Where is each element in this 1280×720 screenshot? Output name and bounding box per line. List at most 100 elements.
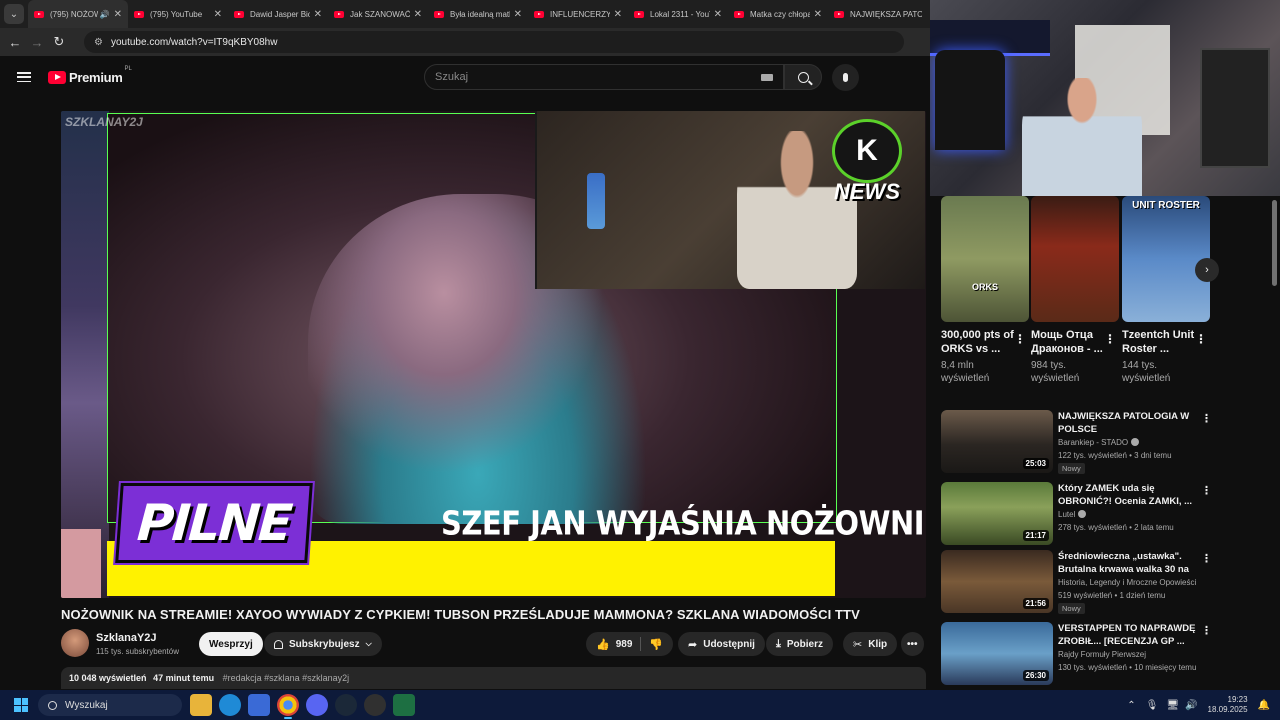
browser-tab[interactable]: INFLUENCERZY ✕ (528, 0, 628, 28)
more-vertical-icon[interactable]: ⋮ (1201, 484, 1212, 497)
steam-icon[interactable] (335, 694, 357, 716)
recommended-meta: 519 wyświetleń • 1 dzień temu (1058, 591, 1166, 600)
system-clock[interactable]: 19:23 18.09.2025 (1208, 695, 1248, 715)
notification-icon[interactable]: 🔔 (1258, 700, 1270, 711)
youtube-favicon-icon (634, 10, 644, 18)
video-thumbnail[interactable]: 21:56 (941, 550, 1053, 613)
like-icon[interactable]: 👍 (596, 638, 610, 651)
voice-search-button[interactable] (832, 64, 859, 91)
recommended-title[interactable]: VERSTAPPEN TO NAPRAWDĘ ZROBIŁ... [RECENZ… (1058, 622, 1198, 648)
recommended-title[interactable]: Średniowieczna „ustawka". Brutalna krwaw… (1058, 550, 1198, 576)
download-button[interactable]: ⤓ Pobierz (766, 632, 833, 656)
recommended-channel[interactable]: Barankiep - STADO (1058, 438, 1140, 447)
subscribed-button[interactable]: Subskrybujesz ⌵ (264, 632, 382, 656)
search-button[interactable] (784, 64, 822, 90)
recommended-channel[interactable]: Historia, Legendy i Mroczne Opowieści (1058, 578, 1196, 587)
video-duration: 26:30 (1022, 670, 1049, 681)
browser-tab[interactable]: Jak SZANOWAĆ ✕ (328, 0, 428, 28)
browser-tab[interactable]: Matka czy chłopak ✕ (728, 0, 828, 28)
video-thumbnail[interactable]: 21:17 (941, 482, 1053, 545)
short-title[interactable]: Мощь Отца Драконов - ... (1031, 328, 1105, 356)
channel-name[interactable]: SzklanaY2J (96, 632, 157, 644)
obs-studio-icon[interactable] (364, 694, 386, 716)
keyboard-icon[interactable] (761, 74, 773, 81)
description-box[interactable]: 10 048 wyświetleń 47 minut temu #redakcj… (61, 667, 926, 689)
recommended-channel[interactable]: Rajdy Formuły Pierwszej (1058, 650, 1146, 659)
browser-toolbar: ← → ↻ ⚙ youtube.com/watch?v=IT9qKBY08hw (0, 28, 930, 56)
windows-start-icon[interactable] (14, 698, 28, 712)
browser-tab[interactable]: Lokal 2311 - YouTube ✕ (628, 0, 728, 28)
browser-tab[interactable]: (795) YouTube ✕ (128, 0, 228, 28)
excel-icon[interactable] (393, 694, 415, 716)
channel-avatar[interactable] (61, 629, 89, 657)
recommended-video[interactable]: 21:56 Średniowieczna „ustawka". Brutalna… (941, 550, 1212, 614)
recommended-title[interactable]: NAJWIĘKSZA PATOLOGIA W POLSCE (1058, 410, 1198, 436)
microphone-icon[interactable]: 🎙 (1146, 700, 1159, 711)
clock-time: 19:23 (1227, 695, 1248, 704)
recommended-channel[interactable]: Lutel (1058, 510, 1087, 519)
short-title[interactable]: Tzeentch Unit Roster ... (1122, 328, 1196, 356)
browser-tab[interactable]: (795) NOŻOWNIK NA STREAMIE 🔊 ✕ (28, 0, 128, 28)
video-thumbnail[interactable]: 26:30 (941, 622, 1053, 685)
tray-overflow-icon[interactable]: ⌃ (1127, 700, 1135, 711)
clip-button[interactable]: ✂ Klip (843, 632, 898, 656)
more-vertical-icon[interactable]: ⋮ (1014, 332, 1026, 346)
more-vertical-icon[interactable]: ⋮ (1201, 552, 1212, 565)
recommended-video[interactable]: 21:17 Który ZAMEK uda się OBRONIĆ?! Ocen… (941, 482, 1212, 546)
scrollbar-thumb[interactable] (1272, 200, 1277, 286)
tab-close-icon[interactable]: ✕ (614, 9, 622, 20)
more-actions-button[interactable]: ••• (901, 632, 924, 656)
short-thumbnail[interactable] (1031, 196, 1119, 322)
share-button[interactable]: ➦ Udostępnij (678, 632, 765, 656)
tab-close-icon[interactable]: ✕ (514, 9, 522, 20)
scissors-icon: ✂ (853, 638, 863, 651)
speaker-icon[interactable]: 🔊 (100, 10, 110, 19)
dislike-icon[interactable]: 👎 (649, 638, 663, 651)
recommended-video[interactable]: 25:03 NAJWIĘKSZA PATOLOGIA W POLSCE Bara… (941, 410, 1212, 474)
short-title[interactable]: 300,000 pts of ORKS vs ... (941, 328, 1015, 356)
tab-close-icon[interactable]: ✕ (214, 9, 222, 20)
video-duration: 21:56 (1022, 598, 1049, 609)
page-scrollbar[interactable] (1271, 196, 1278, 686)
site-info-icon[interactable]: ⚙ (94, 37, 103, 48)
youtube-premium-logo[interactable]: Premium PL (48, 66, 132, 85)
tab-close-icon[interactable]: ✕ (314, 9, 322, 20)
back-arrow-icon[interactable]: ← (4, 35, 26, 50)
support-button[interactable]: Wesprzyj (199, 632, 263, 656)
more-vertical-icon[interactable]: ⋮ (1201, 624, 1212, 637)
recommended-video[interactable]: 26:30 VERSTAPPEN TO NAPRAWDĘ ZROBIŁ... [… (941, 622, 1212, 686)
volume-icon[interactable]: 🔊 (1185, 700, 1197, 711)
reload-icon[interactable]: ↻ (48, 34, 70, 50)
tab-close-icon[interactable]: ✕ (414, 9, 422, 20)
address-bar[interactable]: ⚙ youtube.com/watch?v=IT9qKBY08hw (84, 31, 904, 53)
edge-browser-icon[interactable] (219, 694, 241, 716)
tab-close-icon[interactable]: ✕ (114, 9, 122, 20)
more-vertical-icon[interactable]: ⋮ (1201, 412, 1212, 425)
video-player[interactable]: SZKLANAY2J K NEWS PILNE SZEF JAN WYJAŚNI… (61, 111, 926, 598)
like-count[interactable]: 989 (616, 639, 633, 650)
more-vertical-icon[interactable]: ⋮ (1195, 332, 1207, 346)
video-thumbnail[interactable]: 25:03 (941, 410, 1053, 473)
browser-tab[interactable]: Była idealną matką ✕ (428, 0, 528, 28)
more-vertical-icon[interactable]: ⋮ (1104, 332, 1116, 346)
discord-icon[interactable] (306, 694, 328, 716)
tab-search-dropdown[interactable]: ⌄ (4, 4, 24, 24)
search-input[interactable]: Szukaj (424, 64, 784, 90)
browser-tab[interactable]: Dawid Jasper Biografia ✕ (228, 0, 328, 28)
chrome-browser-icon[interactable] (277, 694, 299, 719)
short-thumbnail[interactable]: ORKS (941, 196, 1029, 322)
recommended-title[interactable]: Który ZAMEK uda się OBRONIĆ?! Ocenia ZAM… (1058, 482, 1198, 508)
tab-close-icon[interactable]: ✕ (714, 9, 722, 20)
network-icon[interactable]: 🖥 (1166, 700, 1179, 711)
browser-tab[interactable]: NAJWIĘKSZA PATOLOGIA (828, 0, 928, 28)
taskbar-search[interactable]: Wyszukaj (38, 694, 182, 716)
microsoft-store-icon[interactable] (248, 694, 270, 716)
file-explorer-icon[interactable] (190, 694, 212, 716)
tab-close-icon[interactable]: ✕ (814, 9, 822, 20)
short-thumbnail[interactable]: UNIT ROSTER (1122, 196, 1210, 322)
hashtags[interactable]: #redakcja #szklana #szklanay2j (223, 673, 350, 683)
forward-arrow-icon[interactable]: → (26, 35, 48, 50)
hamburger-menu-icon[interactable] (17, 72, 31, 82)
tab-title: INFLUENCERZY (550, 9, 610, 19)
shorts-next-button[interactable]: › (1195, 258, 1219, 282)
